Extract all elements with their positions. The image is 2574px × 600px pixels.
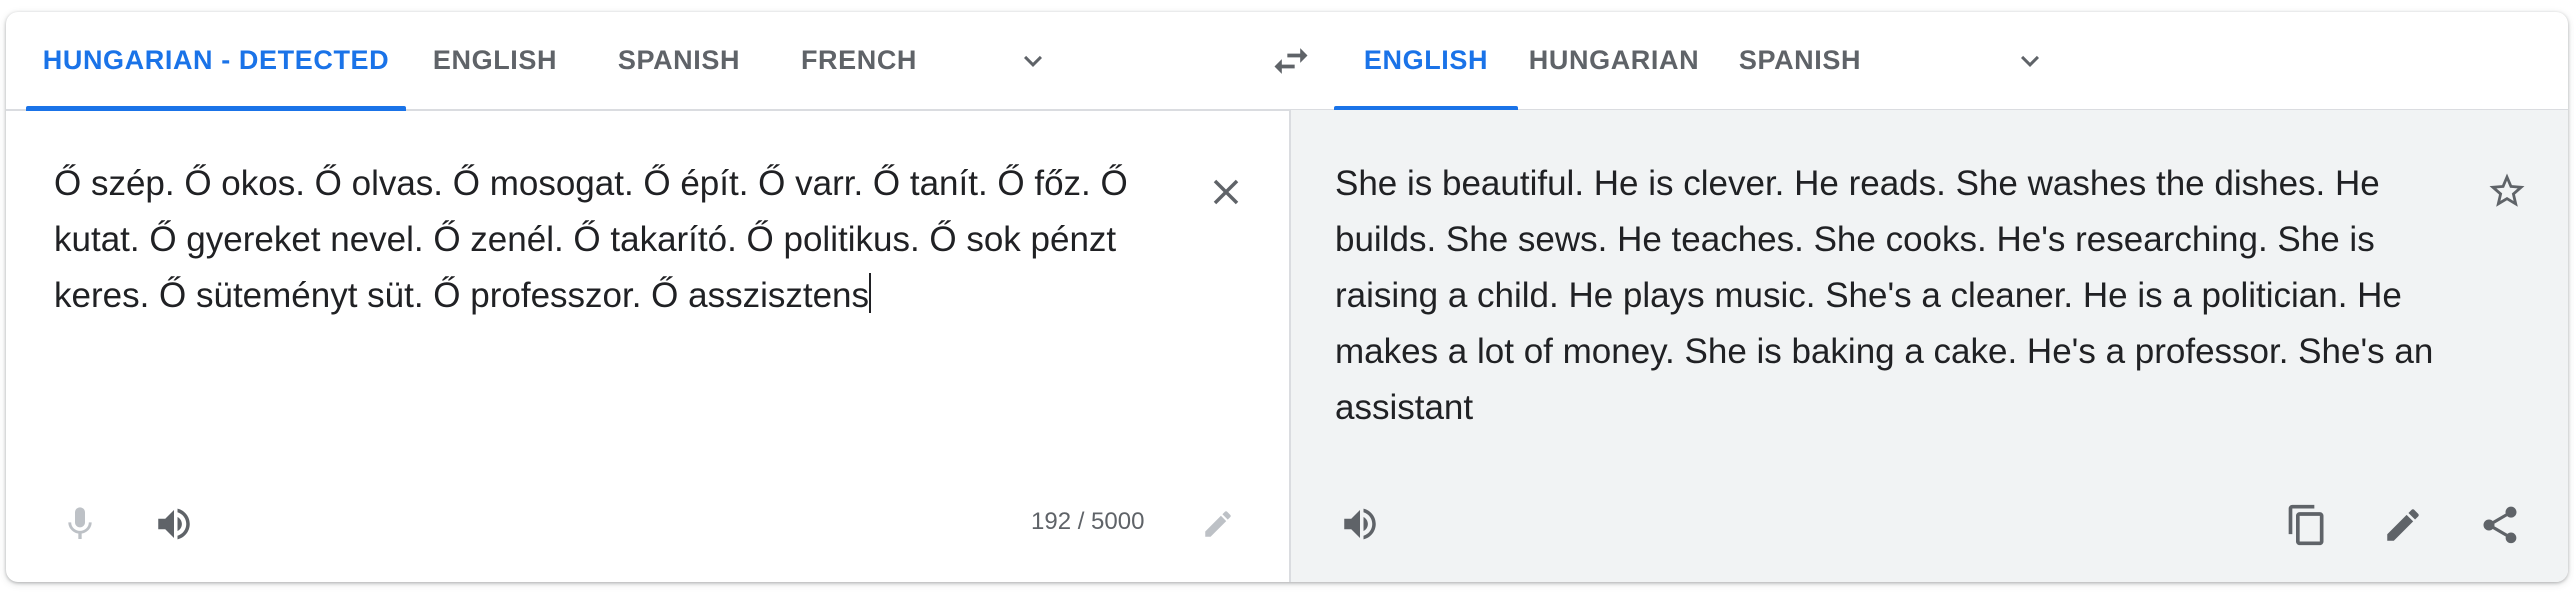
swap-icon [1274, 48, 1308, 74]
edit-source-button[interactable] [1194, 500, 1242, 548]
chevron-down-icon [1024, 55, 1042, 67]
text-cursor [869, 273, 872, 313]
tab-target-english[interactable]: ENGLISH [1334, 12, 1518, 111]
chevron-down-icon [2021, 55, 2039, 67]
speaker-icon [158, 508, 190, 540]
more-source-languages-button[interactable] [1010, 38, 1056, 84]
pencil-icon [1205, 511, 1231, 537]
copy-icon [2288, 504, 2324, 546]
tab-target-hungarian[interactable]: HUNGARIAN [1518, 12, 1710, 109]
tab-source-hungarian-detected[interactable]: HUNGARIAN - DETECTED [26, 12, 406, 111]
translation-output: She is beautiful. He is clever. He reads… [1335, 164, 2434, 427]
star-icon [2489, 173, 2525, 207]
copy-translation-button[interactable] [2282, 500, 2332, 550]
source-text-content: Ő szép. Ő okos. Ő olvas. Ő mosogat. Ő ép… [54, 164, 1128, 315]
tab-source-spanish[interactable]: SPANISH [584, 12, 774, 109]
share-translation-button[interactable] [2475, 500, 2525, 550]
character-counter: 192 / 5000 [1031, 508, 1145, 535]
tab-source-english[interactable]: ENGLISH [406, 12, 584, 109]
pencil-icon [2387, 509, 2419, 541]
listen-source-button[interactable] [150, 500, 198, 548]
more-target-languages-button[interactable] [2007, 38, 2053, 84]
speaker-icon [1344, 508, 1376, 540]
swap-languages-button[interactable] [1266, 38, 1316, 84]
voice-input-button[interactable] [56, 500, 104, 548]
tab-target-spanish[interactable]: SPANISH [1710, 12, 1890, 109]
close-icon [1213, 179, 1239, 205]
language-tab-bar: HUNGARIAN - DETECTED ENGLISH SPANISH FRE… [6, 12, 2568, 111]
tab-source-french[interactable]: FRENCH [774, 12, 944, 109]
listen-translation-button[interactable] [1336, 500, 1384, 548]
share-icon [2483, 506, 2517, 544]
microphone-icon [68, 507, 92, 539]
source-text-input[interactable]: Ő szép. Ő okos. Ő olvas. Ő mosogat. Ő ép… [54, 156, 1134, 324]
edit-translation-button[interactable] [2378, 500, 2428, 550]
clear-source-button[interactable] [1202, 168, 1250, 216]
translator-card: HUNGARIAN - DETECTED ENGLISH SPANISH FRE… [6, 12, 2568, 582]
save-translation-button[interactable] [2482, 166, 2532, 216]
